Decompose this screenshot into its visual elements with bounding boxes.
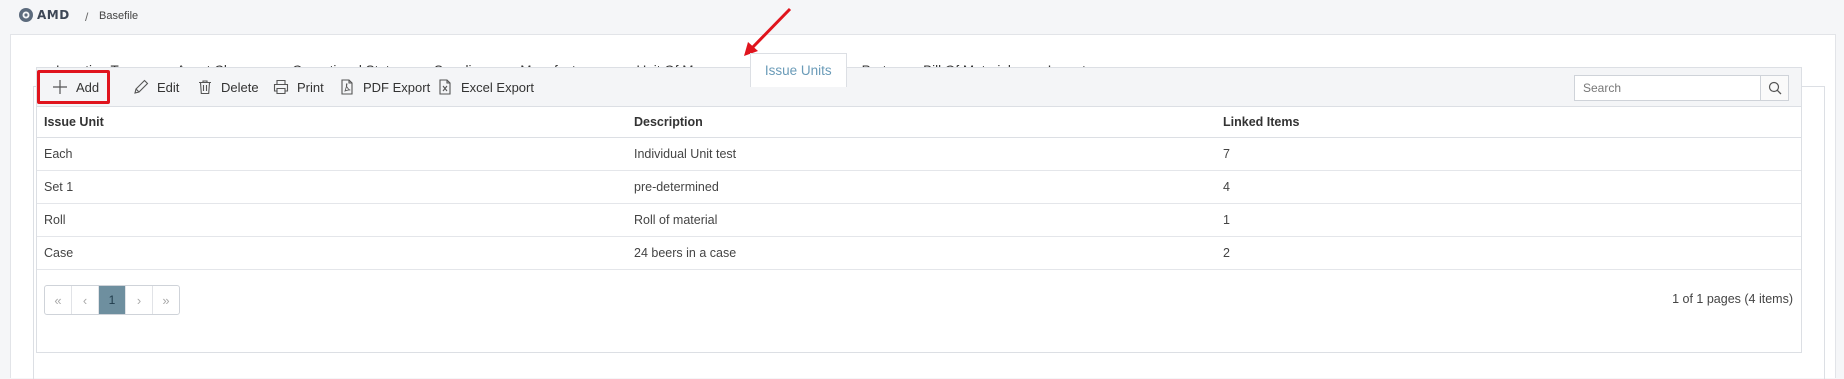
print-label: Print	[297, 79, 324, 95]
table-row[interactable]: Roll Roll of material 1	[37, 203, 1801, 237]
plus-icon	[53, 80, 67, 94]
cell-issue-unit: Each	[37, 137, 627, 171]
column-header-issue-unit[interactable]: Issue Unit	[37, 107, 627, 138]
app-logo[interactable]: AMD	[18, 7, 70, 23]
search-input[interactable]	[1574, 75, 1760, 101]
issue-units-grid: Add Edit Delete Print PDF Export Excel E…	[36, 67, 1802, 353]
breadcrumb[interactable]: Basefile	[99, 10, 138, 22]
delete-button[interactable]: Delete	[193, 74, 263, 100]
excel-export-button[interactable]: Excel Export	[433, 74, 538, 100]
cell-linked-items: 4	[1216, 170, 1801, 204]
cell-description: Individual Unit test	[627, 137, 1216, 171]
edit-label: Edit	[157, 79, 180, 95]
logo-text: AMD	[37, 8, 70, 22]
cell-issue-unit: Set 1	[37, 170, 627, 204]
column-header-linked-items[interactable]: Linked Items	[1216, 107, 1801, 138]
tab-issue-units[interactable]: Issue Units	[749, 53, 847, 87]
pager-current-page[interactable]: 1	[99, 286, 126, 314]
pencil-icon	[134, 79, 149, 94]
table-row[interactable]: Case 24 beers in a case 2	[37, 236, 1801, 270]
cell-issue-unit: Roll	[37, 203, 627, 237]
grid-toolbar: Add Edit Delete Print PDF Export Excel E…	[37, 68, 1801, 107]
cell-description: Roll of material	[627, 203, 1216, 237]
delete-label: Delete	[221, 79, 259, 95]
pager-next-button[interactable]: ›	[126, 286, 153, 314]
add-label: Add	[76, 79, 100, 95]
pager-first-button[interactable]: «	[45, 286, 72, 314]
table-row[interactable]: Set 1 pre-determined 4	[37, 170, 1801, 204]
logo-icon	[19, 8, 33, 22]
printer-icon	[273, 79, 289, 95]
breadcrumb-separator: /	[85, 10, 89, 24]
add-button[interactable]: Add	[37, 70, 111, 104]
issue-units-table: Issue Unit Description Linked Items Each…	[37, 107, 1801, 270]
pager-prev-button[interactable]: ‹	[72, 286, 99, 314]
cell-description: 24 beers in a case	[627, 236, 1216, 270]
table-header-row: Issue Unit Description Linked Items	[37, 107, 1801, 138]
pager-last-button[interactable]: »	[153, 286, 179, 314]
pager: « ‹ 1 › »	[44, 285, 180, 315]
cell-linked-items: 7	[1216, 137, 1801, 171]
top-bar: AMD / Basefile	[0, 0, 1844, 34]
trash-icon	[199, 80, 211, 95]
search-button[interactable]	[1760, 75, 1789, 101]
print-button[interactable]: Print	[269, 74, 328, 100]
cell-description: pre-determined	[627, 170, 1216, 204]
pdf-export-button[interactable]: PDF Export	[335, 74, 434, 100]
column-header-description[interactable]: Description	[627, 107, 1216, 138]
pdf-icon	[341, 79, 353, 95]
edit-button[interactable]: Edit	[129, 74, 183, 100]
search-icon	[1768, 81, 1781, 95]
cell-issue-unit: Case	[37, 236, 627, 270]
excel-export-label: Excel Export	[461, 79, 534, 95]
cell-linked-items: 2	[1216, 236, 1801, 270]
table-row[interactable]: Each Individual Unit test 7	[37, 137, 1801, 171]
pdf-export-label: PDF Export	[363, 79, 431, 95]
cell-linked-items: 1	[1216, 203, 1801, 237]
excel-icon	[439, 79, 451, 95]
pager-info: 1 of 1 pages (4 items)	[1672, 292, 1793, 306]
search-box	[1574, 75, 1789, 101]
